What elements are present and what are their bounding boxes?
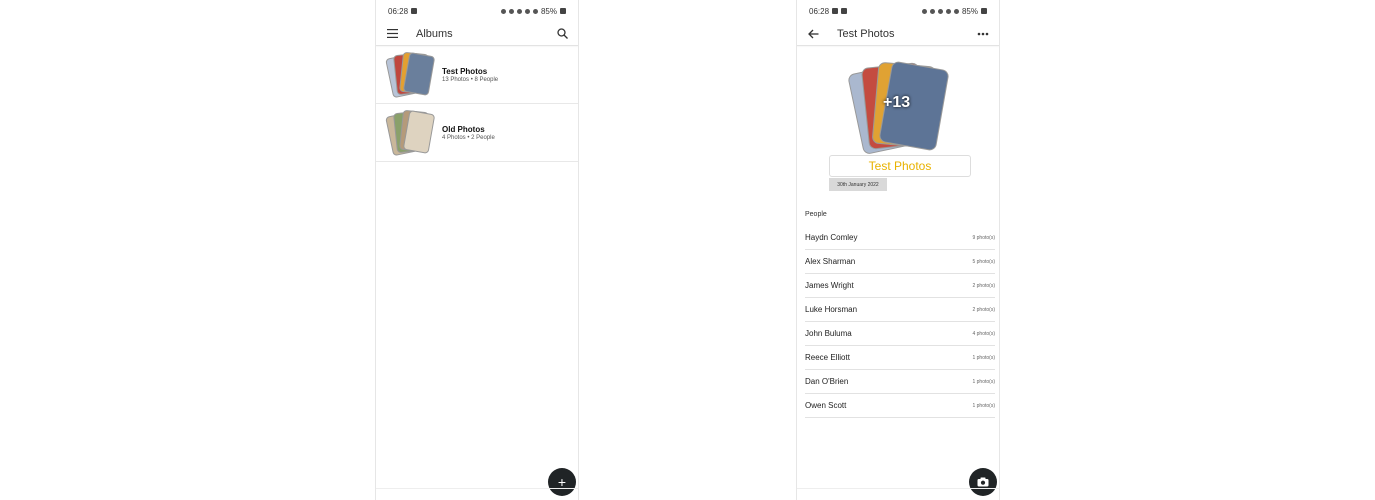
person-photo-count: 1 photo(s) <box>972 378 995 385</box>
status-time: 06:28 <box>809 6 830 16</box>
nav-bar <box>797 488 999 500</box>
album-list-item[interactable]: Test Photos 13 Photos • 8 People <box>376 46 578 104</box>
person-row[interactable]: Alex Sharman 5 photo(s) <box>805 250 995 274</box>
wifi-icon <box>945 8 951 14</box>
bluetooth-icon <box>508 8 514 14</box>
albums-screen: 06:28 85% Albums Test Photos 13 Photos •… <box>375 0 579 500</box>
nav-bar <box>376 488 578 500</box>
person-row[interactable]: Owen Scott 1 photo(s) <box>805 394 995 418</box>
person-name: Dan O'Brien <box>805 377 849 386</box>
gallery-notification-icon <box>411 8 418 14</box>
camera-icon <box>977 477 989 487</box>
battery-icon <box>560 8 566 14</box>
battery-level: 85% <box>961 6 978 16</box>
person-photo-count: 1 photo(s) <box>972 402 995 409</box>
arrow-left-icon <box>807 29 818 38</box>
status-time: 06:28 <box>388 6 409 16</box>
album-name: Old Photos <box>442 124 485 134</box>
person-row[interactable]: John Buluma 4 photo(s) <box>805 322 995 346</box>
alarm-icon <box>500 8 506 14</box>
person-name: Reece Elliott <box>805 353 850 362</box>
photo-count-overlay: +13 <box>883 94 911 111</box>
person-photo-count: 1 photo(s) <box>972 354 995 361</box>
album-cover: +13 <box>847 60 950 156</box>
mute-icon <box>516 8 522 14</box>
album-date: 30th January 2022 <box>829 178 887 191</box>
album-thumbnail <box>385 51 436 98</box>
alarm-icon <box>921 8 927 14</box>
person-name: Alex Sharman <box>805 257 856 266</box>
album-meta: 13 Photos • 8 People <box>442 76 499 83</box>
person-name: Haydn Comley <box>805 233 858 242</box>
signal-icon <box>953 8 959 14</box>
album-meta: 4 Photos • 2 People <box>442 134 495 141</box>
status-bar: 06:28 85% <box>797 0 999 22</box>
person-row[interactable]: Reece Elliott 1 photo(s) <box>805 346 995 370</box>
person-photo-count: 5 photo(s) <box>972 258 995 265</box>
more-options-button[interactable] <box>975 26 991 42</box>
person-photo-count: 4 photo(s) <box>972 330 995 337</box>
menu-button[interactable] <box>384 26 400 42</box>
album-title-field[interactable]: Test Photos <box>829 155 971 177</box>
page-title: Test Photos <box>837 27 895 40</box>
bluetooth-icon <box>929 8 935 14</box>
album-list-item[interactable]: Old Photos 4 Photos • 2 People <box>376 104 578 162</box>
gallery-notification-icon <box>841 8 848 14</box>
people-list: Haydn Comley 9 photo(s) Alex Sharman 5 pho… <box>797 226 999 418</box>
person-row[interactable]: Haydn Comley 9 photo(s) <box>805 226 995 250</box>
photo-notification-icon <box>832 8 839 14</box>
person-name: Owen Scott <box>805 401 847 410</box>
wifi-icon <box>524 8 530 14</box>
back-button[interactable] <box>805 26 821 42</box>
app-bar: Test Photos <box>797 22 999 46</box>
person-row[interactable]: James Wright 2 photo(s) <box>805 274 995 298</box>
people-section-label: People <box>805 211 827 218</box>
status-bar: 06:28 85% <box>376 0 578 22</box>
page-title: Albums <box>416 27 453 40</box>
more-horizontal-icon <box>977 32 989 35</box>
mute-icon <box>937 8 943 14</box>
person-name: John Buluma <box>805 329 852 338</box>
album-detail-screen: 06:28 85% Test Photos +13 Test Photos 30… <box>796 0 1000 500</box>
person-name: James Wright <box>805 281 854 290</box>
person-photo-count: 9 photo(s) <box>972 234 995 241</box>
signal-icon <box>532 8 538 14</box>
battery-icon <box>981 8 987 14</box>
hamburger-menu-icon <box>386 29 398 38</box>
battery-level: 85% <box>540 6 557 16</box>
album-name: Test Photos <box>442 66 488 76</box>
person-photo-count: 2 photo(s) <box>972 282 995 289</box>
person-name: Luke Horsman <box>805 305 858 314</box>
app-bar: Albums <box>376 22 578 46</box>
search-icon <box>556 28 568 39</box>
person-photo-count: 2 photo(s) <box>972 306 995 313</box>
search-button[interactable] <box>554 26 570 42</box>
person-row[interactable]: Luke Horsman 2 photo(s) <box>805 298 995 322</box>
album-thumbnail <box>385 109 436 156</box>
person-row[interactable]: Dan O'Brien 1 photo(s) <box>805 370 995 394</box>
